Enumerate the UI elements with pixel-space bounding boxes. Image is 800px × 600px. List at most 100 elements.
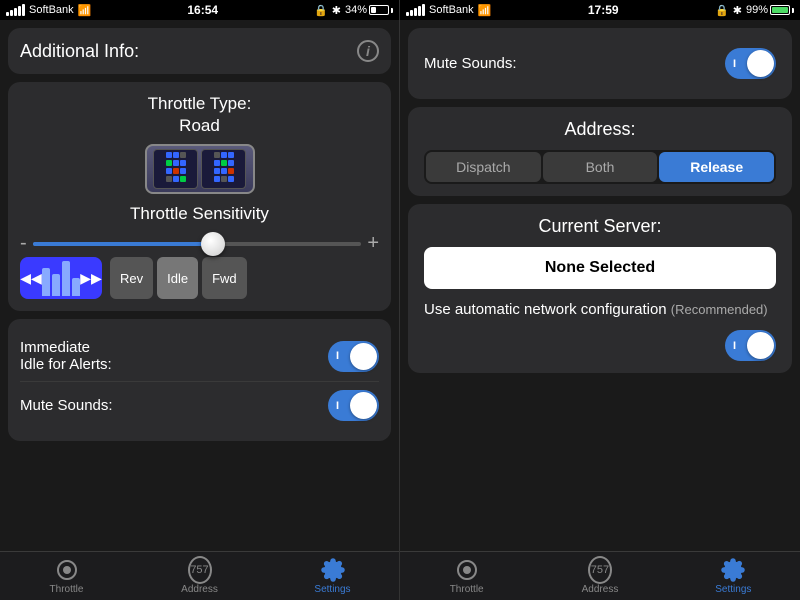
tab-address-label-left: Address bbox=[181, 584, 218, 595]
battery-tip bbox=[391, 8, 393, 13]
speed-bar-4 bbox=[72, 278, 80, 296]
address-badge-right: 757 bbox=[588, 556, 612, 584]
carrier-label-right: SoftBank bbox=[429, 4, 474, 16]
signal-icon bbox=[6, 4, 25, 16]
mute-sounds-toggle-label-right: I bbox=[733, 58, 736, 70]
tab-bar-left: Throttle 757 Address Settings bbox=[0, 551, 399, 600]
settings-icon-left bbox=[321, 558, 345, 582]
both-segment[interactable]: Both bbox=[543, 152, 658, 182]
speed-buttons[interactable]: ◀◀ ▶▶ bbox=[20, 257, 102, 299]
speed-bar-1 bbox=[42, 268, 50, 296]
time-label-right: 17:59 bbox=[588, 3, 619, 17]
status-left: SoftBank 📶 bbox=[6, 4, 91, 17]
slider-fill bbox=[33, 242, 214, 246]
immediate-idle-toggle-label: I bbox=[336, 350, 339, 362]
address-icon-left: 757 bbox=[188, 558, 212, 582]
battery-indicator: 34% bbox=[345, 4, 393, 16]
auto-config-knob bbox=[747, 332, 774, 359]
direction-buttons: Rev Idle Fwd bbox=[110, 257, 247, 299]
time-label: 16:54 bbox=[187, 3, 218, 17]
status-right-right: 🔒 ✱ 99% bbox=[715, 4, 794, 17]
tab-bar-right: Throttle 757 Address Settings bbox=[400, 551, 800, 600]
battery-body bbox=[369, 5, 389, 15]
status-right-left: SoftBank 📶 bbox=[406, 4, 491, 17]
address-icon-right: 757 bbox=[588, 558, 612, 582]
tab-address-right[interactable]: 757 Address bbox=[533, 558, 666, 595]
mute-sounds-label-right: Mute Sounds: bbox=[424, 55, 517, 72]
rev-button[interactable]: Rev bbox=[110, 257, 153, 299]
speed-bar-2 bbox=[52, 274, 60, 296]
immediate-idle-knob bbox=[350, 343, 377, 370]
tab-throttle-right[interactable]: Throttle bbox=[400, 558, 533, 595]
battery-fill-right bbox=[772, 7, 788, 13]
battery-percent: 34% bbox=[345, 4, 367, 16]
carrier-label: SoftBank bbox=[29, 4, 74, 16]
auto-config-toggle-label: I bbox=[733, 340, 736, 352]
immediate-idle-row: ImmediateIdle for Alerts: I bbox=[20, 331, 379, 382]
tab-throttle-left[interactable]: Throttle bbox=[0, 558, 133, 595]
throttle-type-label: Throttle Type: bbox=[20, 94, 379, 114]
address-segmented-control: Dispatch Both Release bbox=[424, 150, 776, 184]
wifi-icon-right: 📶 bbox=[478, 4, 492, 17]
status-bar-right: SoftBank 📶 17:59 🔒 ✱ 99% bbox=[400, 0, 800, 20]
slider-row: - + bbox=[20, 232, 379, 255]
forward-double-icon[interactable]: ▶▶ bbox=[80, 257, 102, 299]
battery-tip-right bbox=[792, 8, 794, 13]
battery-right: 99% bbox=[746, 4, 794, 16]
tab-throttle-label-left: Throttle bbox=[50, 584, 84, 595]
device-module-left bbox=[153, 149, 198, 189]
info-icon[interactable]: i bbox=[357, 40, 379, 62]
mute-sounds-label-left: Mute Sounds: bbox=[20, 397, 113, 414]
battery-percent-right: 99% bbox=[746, 4, 768, 16]
status-bar-left: SoftBank 📶 16:54 🔒 ✱ 34% bbox=[0, 0, 399, 20]
tab-settings-left[interactable]: Settings bbox=[266, 558, 399, 595]
tab-settings-label-right: Settings bbox=[715, 584, 751, 595]
mute-sounds-row-right: Mute Sounds: I bbox=[424, 40, 776, 87]
mute-sounds-row-left: Mute Sounds: I bbox=[20, 382, 379, 429]
fwd-button[interactable]: Fwd bbox=[202, 257, 247, 299]
sensitivity-slider[interactable] bbox=[33, 242, 362, 246]
battery-body-right bbox=[770, 5, 790, 15]
immediate-idle-label: ImmediateIdle for Alerts: bbox=[20, 339, 112, 373]
address-title: Address: bbox=[424, 119, 776, 140]
right-content: Mute Sounds: I Address: Dispatch Both Re… bbox=[400, 20, 800, 551]
auto-config-toggle-row: I bbox=[424, 330, 776, 361]
tab-settings-right[interactable]: Settings bbox=[667, 558, 800, 595]
mute-sounds-toggle-left[interactable]: I bbox=[328, 390, 379, 421]
rewind-double-icon[interactable]: ◀◀ bbox=[20, 257, 42, 299]
lock-icon-right: 🔒 bbox=[715, 4, 729, 17]
immediate-idle-toggle[interactable]: I bbox=[328, 341, 379, 372]
speed-control: ◀◀ ▶▶ Rev Idle Fwd bbox=[20, 257, 379, 299]
mute-sounds-toggle-right[interactable]: I bbox=[725, 48, 776, 79]
dispatch-segment[interactable]: Dispatch bbox=[426, 152, 541, 182]
mute-sounds-toggle-label-left: I bbox=[336, 400, 339, 412]
release-segment[interactable]: Release bbox=[659, 152, 774, 182]
tab-address-left[interactable]: 757 Address bbox=[133, 558, 266, 595]
settings-toggles-card: ImmediateIdle for Alerts: I Mute Sounds:… bbox=[8, 319, 391, 441]
tab-settings-label-left: Settings bbox=[314, 584, 350, 595]
auto-config-toggle[interactable]: I bbox=[725, 330, 776, 361]
mute-sounds-knob-left bbox=[350, 392, 377, 419]
tab-throttle-label-right: Throttle bbox=[450, 584, 484, 595]
slider-plus-label: + bbox=[367, 232, 379, 255]
throttle-icon-right bbox=[455, 558, 479, 582]
sensitivity-label: Throttle Sensitivity bbox=[20, 204, 379, 224]
left-panel: SoftBank 📶 16:54 🔒 ✱ 34% Additional Info… bbox=[0, 0, 400, 600]
settings-icon-right bbox=[721, 558, 745, 582]
additional-info-title: Additional Info: bbox=[20, 41, 139, 62]
throttle-type-value: Road bbox=[20, 116, 379, 136]
device-module-right bbox=[201, 149, 246, 189]
throttle-icon-left bbox=[55, 558, 79, 582]
speed-bar-3 bbox=[62, 261, 70, 296]
slider-thumb[interactable] bbox=[201, 232, 225, 256]
address-card: Address: Dispatch Both Release bbox=[408, 107, 792, 196]
none-selected-button[interactable]: None Selected bbox=[424, 247, 776, 289]
idle-button[interactable]: Idle bbox=[157, 257, 198, 299]
additional-info-card: Additional Info: i bbox=[8, 28, 391, 74]
current-server-card: Current Server: None Selected Use automa… bbox=[408, 204, 792, 373]
throttle-device bbox=[145, 144, 255, 194]
wifi-icon: 📶 bbox=[78, 4, 92, 17]
left-content: Additional Info: i Throttle Type: Road bbox=[0, 20, 399, 551]
tab-address-label-right: Address bbox=[582, 584, 619, 595]
throttle-type-card: Throttle Type: Road bbox=[8, 82, 391, 311]
